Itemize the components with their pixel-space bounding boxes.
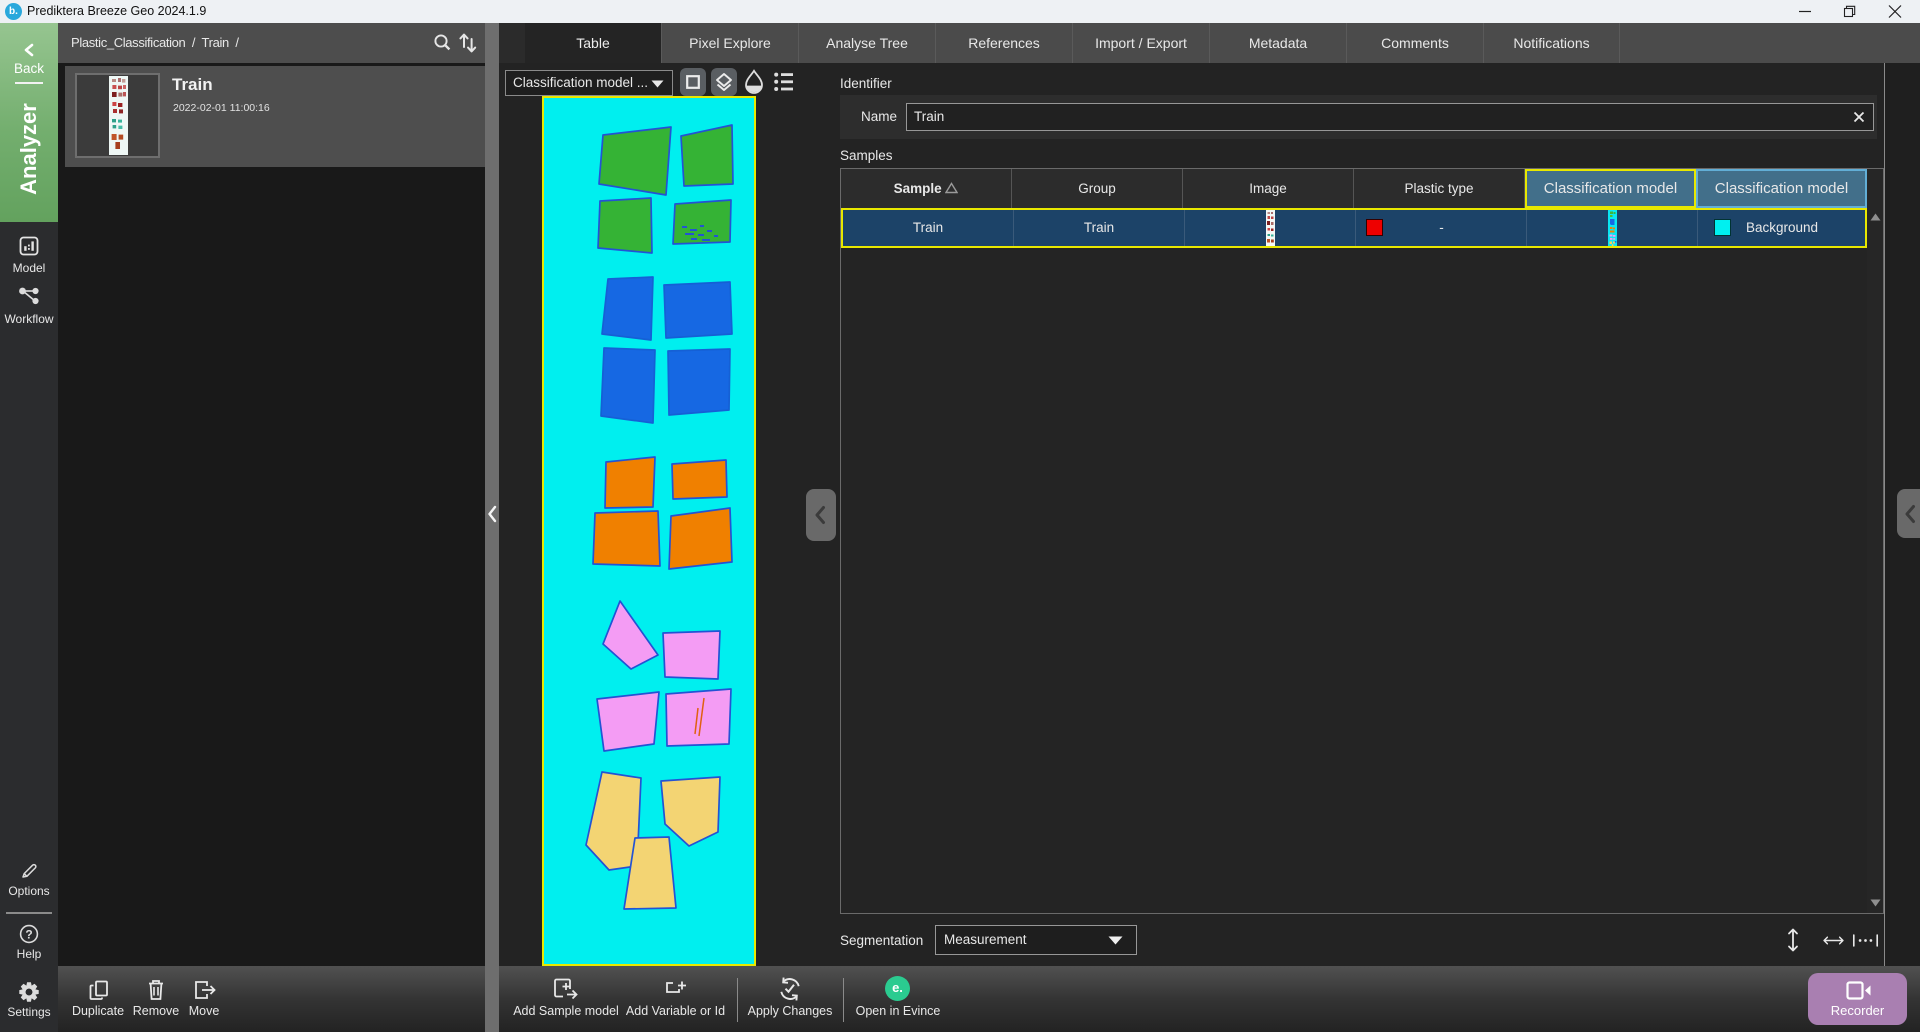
svg-text:?: ? bbox=[25, 927, 32, 941]
